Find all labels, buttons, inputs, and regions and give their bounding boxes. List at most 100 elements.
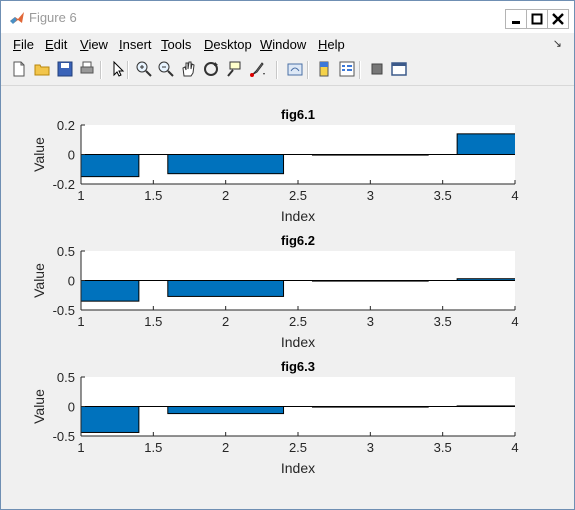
show-plot-tools-icon [391,62,407,76]
bar [456,133,515,155]
print-button[interactable] [77,59,97,79]
y-axis-label: Value [31,137,47,172]
x-tick-label: 4 [511,188,518,203]
y-axis-label: Value [31,263,47,298]
zoom-in-button[interactable] [134,59,154,79]
data-cursor-button[interactable] [224,59,244,79]
open-file-icon [34,64,50,76]
legend-icon [339,61,355,77]
x-tick-label: 3.5 [434,188,452,203]
bar [167,406,285,415]
show-plot-tools-button[interactable] [389,59,409,79]
y-tick-label: 0 [68,148,75,163]
y-tick-label: -0.2 [53,177,75,192]
bar [167,280,285,297]
y-tick-label: 0 [68,400,75,415]
new-figure-button[interactable] [9,59,29,79]
zoom-out-button[interactable] [156,59,176,79]
toolbar-separator [307,61,309,79]
toolbar-separator [127,61,129,79]
x-tick-label: 2 [222,188,229,203]
x-tick-label: 1.5 [144,188,162,203]
hide-plot-tools-icon [371,63,383,75]
y-tick-label: -0.5 [53,303,75,318]
y-tick-label: 0.2 [57,118,75,133]
new-figure-icon [13,61,25,77]
x-tick-label: 2.5 [289,188,307,203]
maximize-button[interactable] [526,9,548,29]
dock-figure-icon[interactable]: ↘ [553,37,562,50]
pointer-icon [113,60,125,77]
x-tick-label: 4 [511,314,518,329]
menu-help[interactable]: Help [318,37,345,52]
x-axis-label: Index [281,208,315,224]
zoom-in-icon [136,61,152,77]
menu-tools[interactable]: Tools [161,37,191,52]
menu-bar: ↘ File Edit View Insert Tools Desktop Window He… [1,33,574,55]
y-tick-label: 0.5 [57,370,75,385]
x-tick-label: 4 [511,440,518,455]
x-tick-label: 3 [367,188,374,203]
menu-view[interactable]: View [80,37,108,52]
title-bar[interactable]: Figure 6 [1,1,574,33]
figure-toolbar [1,57,574,83]
chart-title: fig6.3 [281,359,315,374]
pan-icon [182,61,195,77]
window-title: Figure 6 [29,10,77,25]
x-tick-label: 2 [222,440,229,455]
minimize-button[interactable] [505,9,527,29]
colorbar-button[interactable] [314,59,334,79]
x-tick-label: 1.5 [144,440,162,455]
figure-window: Figure 6 ↘ File Edit View Insert Tools Deskto… [0,0,575,510]
x-tick-label: 2.5 [289,314,307,329]
legend-button[interactable] [337,59,357,79]
y-tick-label: 0 [68,274,75,289]
close-icon [552,13,564,25]
x-tick-label: 1 [77,314,84,329]
figure-canvas: 1 1.5 2 2.5 3 3.5 4 0.2 0 -0.2 fig6.1 Index Value 1 1.… [31,107,519,476]
colorbar-icon [319,61,329,77]
y-tick-label: 0.5 [57,244,75,259]
x-tick-label: 3 [367,314,374,329]
bar [167,154,285,175]
x-tick-label: 1 [77,440,84,455]
x-tick-label: 2.5 [289,440,307,455]
menu-desktop[interactable]: Desktop [204,37,252,52]
chart-title: fig6.2 [281,233,315,248]
menu-edit[interactable]: Edit [45,37,67,52]
menu-insert[interactable]: Insert [119,37,152,52]
matlab-logo-icon [10,12,24,24]
x-tick-label: 3 [367,440,374,455]
link-plot-icon [287,63,303,76]
x-axis-label: Index [281,334,315,350]
x-tick-label: 3.5 [434,440,452,455]
x-tick-label: 1 [77,188,84,203]
rotate-3d-button[interactable] [201,59,221,79]
pan-button[interactable] [178,59,198,79]
open-file-button[interactable] [32,59,52,79]
maximize-icon [531,13,543,25]
menu-file[interactable]: File [13,37,34,52]
x-tick-label: 1.5 [144,314,162,329]
link-plot-button[interactable] [285,59,305,79]
close-button[interactable] [547,9,569,29]
toolbar-separator [359,61,361,79]
menu-window[interactable]: Window [260,37,306,52]
minimize-icon [512,21,520,24]
rotate-3d-icon [204,62,218,76]
y-axis-label: Value [31,389,47,424]
toolbar-separator [276,61,278,79]
brush-icon [250,62,265,77]
chart-title: fig6.1 [281,107,315,122]
print-icon [80,61,94,74]
zoom-out-icon [158,61,174,77]
hide-plot-tools-button[interactable] [367,59,387,79]
x-axis-label: Index [281,460,315,476]
data-cursor-icon [227,61,241,77]
save-button[interactable] [55,59,75,79]
y-tick-label: -0.5 [53,429,75,444]
toolbar-separator [100,61,102,79]
pointer-button[interactable] [107,59,127,79]
brush-button[interactable] [247,59,267,79]
x-tick-label: 3.5 [434,314,452,329]
